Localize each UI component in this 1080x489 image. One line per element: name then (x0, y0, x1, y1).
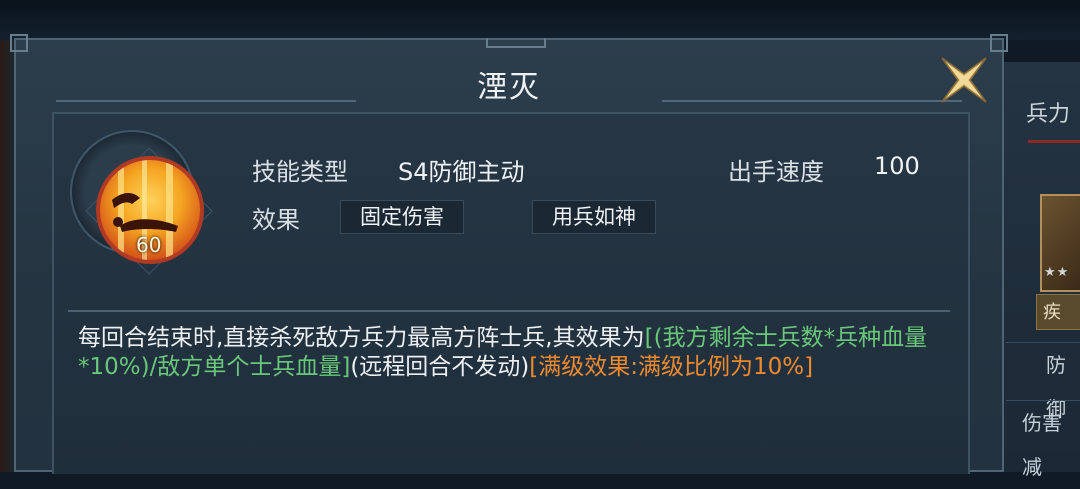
skill-description: 每回合结束时,直接杀死敌方兵力最高方阵士兵,其效果为[(我方剩余士兵数*兵种血量… (78, 324, 954, 382)
background-top-bar (0, 0, 1080, 40)
title-ornament (486, 38, 546, 48)
speed-label: 出手速度 (728, 158, 824, 186)
skill-type-value: S4防御主动 (398, 158, 525, 186)
general-card-stars: ★★ (1044, 265, 1070, 280)
side-button[interactable]: 疾 (1036, 294, 1080, 330)
effect-tag-fixed-damage[interactable]: 固定伤害 (340, 200, 464, 234)
skill-detail-dialog: 湮灭 60 技能类型 S4防御主动 出手速度 100 效果 固定伤害 用兵如神 … (10, 34, 1008, 474)
dialog-corner-ornament (990, 34, 1008, 52)
effect-label: 效果 (252, 206, 300, 234)
side-tab-underline (1028, 140, 1080, 143)
title-divider-right (662, 100, 962, 102)
content-divider (68, 310, 950, 312)
side-row-damage-reduction: 伤害减 (1006, 400, 1080, 479)
title-divider-left (56, 100, 356, 102)
skill-level: 60 (136, 233, 162, 257)
description-max-level: [满级效果:满级比例为10%] (529, 354, 814, 380)
description-condition: (远程回合不发动) (350, 354, 530, 380)
side-row-defense: 防御 (1006, 342, 1080, 421)
skill-type-label: 技能类型 (252, 158, 348, 186)
close-icon[interactable] (938, 54, 990, 106)
side-tab-troops[interactable]: 兵力 (1026, 96, 1070, 128)
speed-value: 100 (874, 152, 920, 180)
effect-tag-strategist[interactable]: 用兵如神 (532, 200, 656, 234)
description-text: 每回合结束时,直接杀死敌方兵力最高方阵士兵,其效果为 (78, 325, 645, 351)
dialog-corner-ornament (10, 34, 28, 52)
